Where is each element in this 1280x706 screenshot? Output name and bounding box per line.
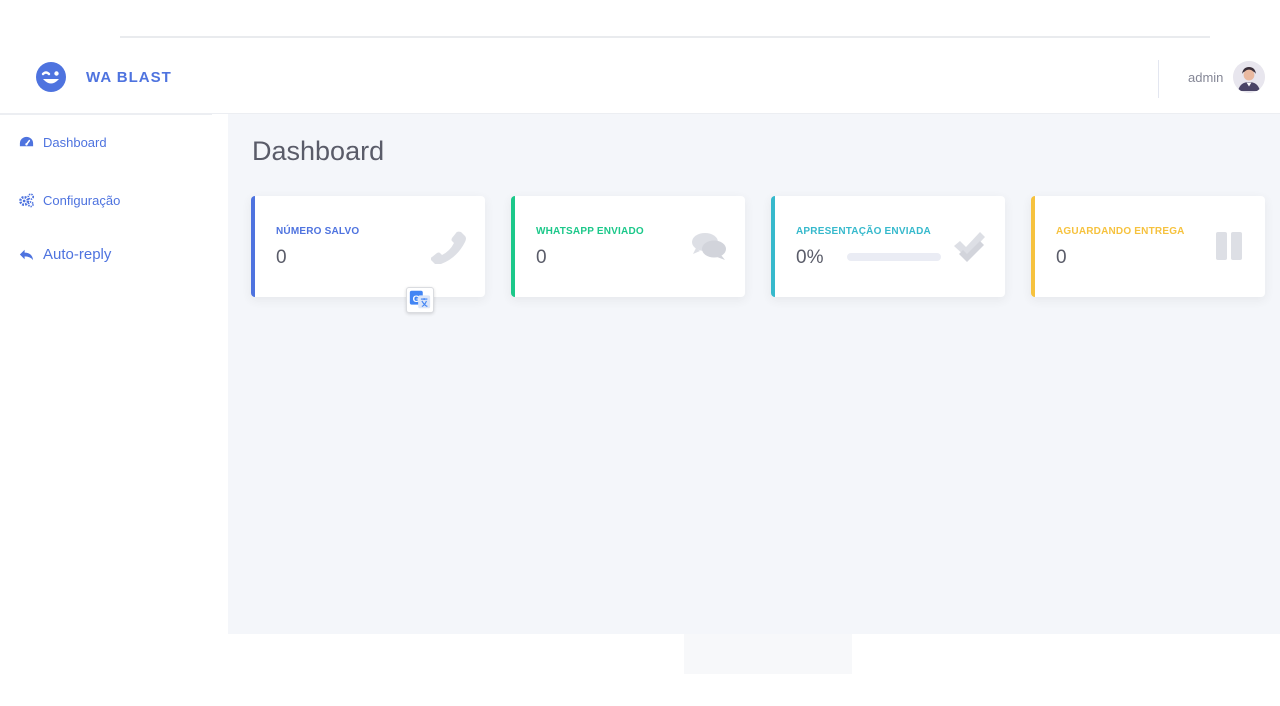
pause-icon <box>1216 232 1242 260</box>
user-dropdown[interactable]: admin <box>1188 61 1266 93</box>
bottom-strip <box>684 634 852 674</box>
main-content: Dashboard NÚMERO SALVO 0 WHATSAPP ENVIAD… <box>228 114 1280 634</box>
user-avatar-icon <box>1233 61 1266 93</box>
brand[interactable]: WA BLAST <box>34 60 172 94</box>
card-apresentacao-enviada: APRESENTAÇÃO ENVIADA 0% <box>771 196 1005 297</box>
top-divider-line <box>120 36 1210 38</box>
topbar-divider <box>1158 60 1159 98</box>
phone-icon <box>431 231 466 264</box>
user-name: admin <box>1188 69 1224 85</box>
sidebar-item-dashboard[interactable]: Dashboard <box>18 134 107 151</box>
card-label: AGUARDANDO ENTREGA <box>1056 226 1185 237</box>
card-aguardando-entrega: AGUARDANDO ENTREGA 0 <box>1031 196 1265 297</box>
sidebar-item-auto-reply[interactable]: Auto-reply <box>18 246 111 263</box>
google-translate-button[interactable]: G <box>406 287 434 313</box>
cogs-icon <box>19 193 35 208</box>
sidebar: Dashboard Configuração Auto-reply <box>0 114 228 634</box>
sidebar-item-label: Auto-reply <box>43 246 112 263</box>
check-double-icon <box>954 232 985 262</box>
card-value: 0 <box>536 247 547 268</box>
card-numero-salvo: NÚMERO SALVO 0 <box>251 196 485 297</box>
brand-name: WA BLAST <box>86 68 172 86</box>
card-label: NÚMERO SALVO <box>276 226 360 237</box>
tachometer-icon <box>19 136 34 147</box>
sidebar-item-configuracao[interactable]: Configuração <box>18 192 120 209</box>
sidebar-divider <box>0 114 212 115</box>
card-whatsapp-enviado: WHATSAPP ENVIADO 0 <box>511 196 745 297</box>
google-translate-icon: G <box>409 290 431 309</box>
sidebar-item-label: Configuração <box>43 193 121 208</box>
card-label: WHATSAPP ENVIADO <box>536 226 644 237</box>
comments-icon <box>692 233 726 260</box>
sidebar-item-label: Dashboard <box>43 135 107 150</box>
reply-icon <box>19 249 34 261</box>
card-value: 0 <box>276 247 287 268</box>
card-value: 0% <box>796 247 824 268</box>
progress-bar <box>847 253 941 261</box>
smile-wink-icon <box>36 62 66 92</box>
page-title: Dashboard <box>252 136 385 166</box>
card-label: APRESENTAÇÃO ENVIADA <box>796 226 931 237</box>
card-value: 0 <box>1056 247 1067 268</box>
top-navbar: WA BLAST admin <box>0 42 1280 114</box>
